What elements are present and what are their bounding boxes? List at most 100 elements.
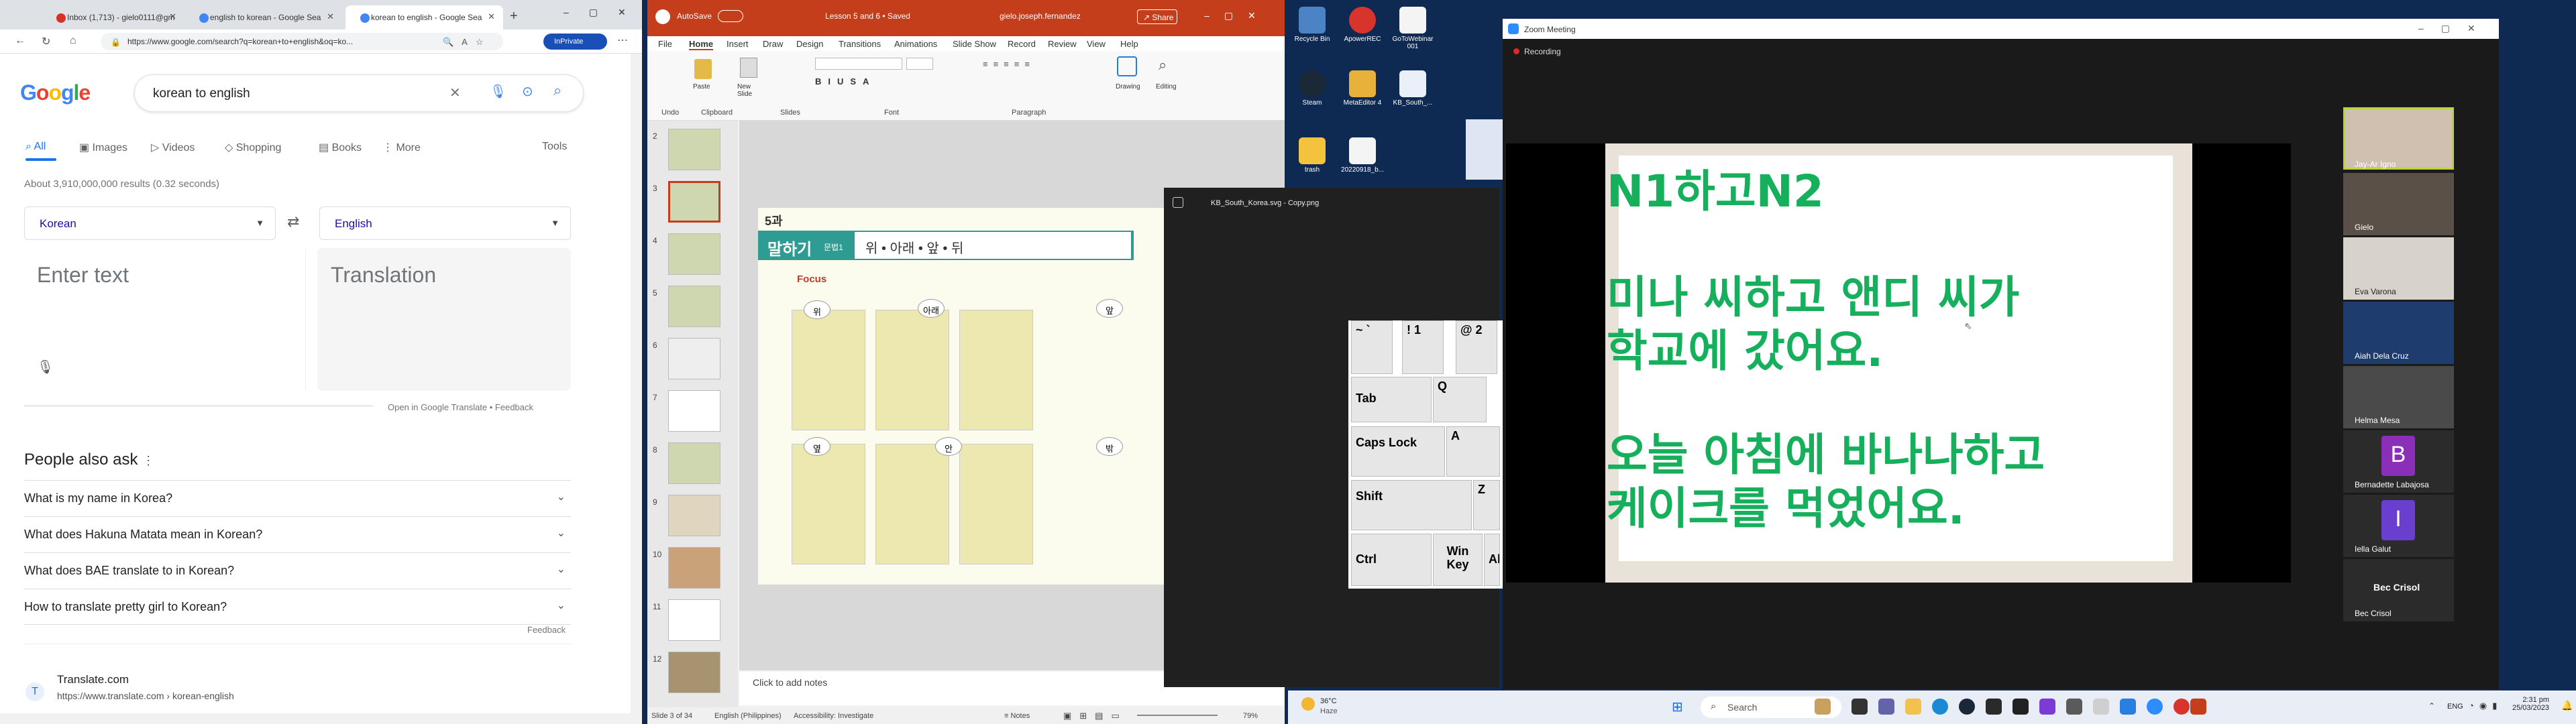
menu-transitions[interactable]: Transitions <box>839 39 881 49</box>
recording-label[interactable]: Recording <box>1524 47 1561 56</box>
camera-icon[interactable]: ⊙ <box>522 83 533 100</box>
slide-thumbnail[interactable] <box>668 129 720 170</box>
slide-thumbnail[interactable] <box>668 599 720 641</box>
refresh-icon[interactable]: ↻ <box>42 35 50 48</box>
language-status[interactable]: English (Philippines) <box>714 712 782 720</box>
file-explorer-icon[interactable] <box>1905 699 1921 715</box>
desktop-icon-20220918[interactable]: 20220918_b... <box>1339 137 1386 174</box>
document-title[interactable]: Lesson 5 and 6 • Saved <box>825 11 910 21</box>
target-language-select[interactable]: English ▼ <box>319 206 571 240</box>
back-icon[interactable]: ← <box>15 35 25 47</box>
window-controls[interactable]: –▢✕ <box>2418 23 2493 34</box>
search-icon[interactable]: ⌕ <box>1159 56 1167 74</box>
menu-design[interactable]: Design <box>796 39 823 49</box>
steam-icon[interactable] <box>1959 699 1975 715</box>
notes-button[interactable]: ≡ Notes <box>1004 712 1030 720</box>
font-size-field[interactable] <box>906 58 933 70</box>
desktop-icon-trash[interactable]: trash <box>1289 137 1336 174</box>
translate-links[interactable]: Open in Google Translate • Feedback <box>388 402 533 412</box>
paa-question[interactable]: What does BAE translate to in Korean? ⌄ <box>24 552 571 589</box>
close-icon[interactable]: ✕ <box>169 11 176 22</box>
tab-more[interactable]: ⋮ More <box>382 141 421 154</box>
search-highlight-icon[interactable] <box>1815 699 1831 715</box>
browser-tab-eng-kor[interactable]: english to korean - Google Sea ✕ <box>184 5 342 29</box>
slide-thumbnail[interactable] <box>668 547 720 589</box>
system-tray-icons[interactable]: ◔◉▮ <box>2469 701 2502 711</box>
terminal-icon[interactable] <box>2012 699 2029 715</box>
accessibility-status[interactable]: Accessibility: Investigate <box>794 712 873 720</box>
home-icon[interactable]: ⌂ <box>70 35 76 47</box>
slide-thumbnail[interactable] <box>668 652 720 693</box>
zoom-level[interactable]: 79% <box>1243 712 1258 720</box>
teams-icon[interactable] <box>1878 699 1894 715</box>
apowerrec-taskbar-icon[interactable] <box>2174 699 2190 715</box>
desktop-icon-kb-south[interactable]: KB_South_... <box>1389 70 1436 107</box>
slide-thumbnail[interactable] <box>668 495 720 536</box>
vertical-scrollbar[interactable] <box>631 54 642 724</box>
app-icon[interactable] <box>1986 699 2002 715</box>
powerpoint-taskbar-icon[interactable] <box>2190 699 2206 715</box>
task-view-icon[interactable] <box>1851 699 1868 715</box>
search-input[interactable]: korean to english <box>134 74 584 112</box>
google-logo[interactable]: Google <box>20 80 91 105</box>
menu-home[interactable]: Home <box>689 39 714 50</box>
close-icon[interactable]: ✕ <box>327 11 334 22</box>
inprivate-badge[interactable]: InPrivate <box>543 34 607 50</box>
font-name-field[interactable] <box>815 58 902 70</box>
app-icon[interactable] <box>2066 699 2082 715</box>
new-slide-icon[interactable] <box>740 58 757 78</box>
app-icon[interactable] <box>2093 699 2109 715</box>
menu-view[interactable]: View <box>1087 39 1106 49</box>
menu-slide-show[interactable]: Slide Show <box>953 39 996 49</box>
result-url[interactable]: https://www.translate.com › korean-engli… <box>57 690 234 701</box>
window-controls[interactable]: –▢✕ <box>1204 10 1271 21</box>
slide-thumbnail[interactable] <box>668 442 720 484</box>
tab-videos[interactable]: ▷ Videos <box>151 141 195 154</box>
address-actions-icon[interactable]: 🔍A☆ <box>443 37 492 48</box>
windows-start-icon[interactable]: ⊞ <box>1672 699 1683 715</box>
new-tab-icon[interactable]: + <box>510 9 518 24</box>
slide-thumbnail[interactable] <box>668 286 720 327</box>
paste-button[interactable]: Paste <box>693 83 710 90</box>
desktop-icon-apowerrec[interactable]: ApowerREC <box>1339 7 1386 43</box>
drawing-button[interactable]: Drawing <box>1116 83 1140 90</box>
clear-icon[interactable]: ✕ <box>449 84 461 101</box>
tab-all[interactable]: ⌕ All <box>25 141 46 153</box>
tab-images[interactable]: ▣ Images <box>79 141 127 154</box>
menu-insert[interactable]: Insert <box>727 39 749 49</box>
autosave-toggle[interactable] <box>718 10 743 22</box>
tray-expand-icon[interactable]: ⌃ <box>2428 701 2435 711</box>
more-icon[interactable]: ⋮ <box>142 454 154 467</box>
view-icons[interactable]: ▣⊞▤▭ <box>1063 711 1128 721</box>
mic-icon[interactable]: 🎙 <box>490 83 506 100</box>
slide-thumbnail-selected[interactable] <box>668 181 720 223</box>
horizontal-scrollbar[interactable] <box>0 713 631 724</box>
paste-icon[interactable] <box>694 59 712 79</box>
zoom-taskbar-icon[interactable] <box>2147 699 2163 715</box>
desktop-icon-gotowebinar[interactable]: GoToWebinar 001 <box>1389 7 1436 50</box>
weather-desc[interactable]: Haze <box>1320 707 1338 715</box>
taskbar-clock[interactable]: 2:31 pm 25/03/2023 <box>2512 696 2549 712</box>
paragraph-icons[interactable]: ≡≡≡≡≡ <box>983 59 1035 69</box>
notification-icon[interactable]: 🔔 <box>2561 700 2573 711</box>
desktop-icon-recycle-bin[interactable]: Recycle Bin <box>1289 7 1336 43</box>
edge-icon[interactable] <box>1932 699 1948 715</box>
language-indicator[interactable]: ENG <box>2447 703 2463 711</box>
mic-icon[interactable]: 🎙 <box>37 359 54 375</box>
editing-button[interactable]: Editing <box>1156 83 1177 90</box>
app-icon[interactable] <box>2039 699 2055 715</box>
zoom-slider[interactable] <box>1137 715 1218 716</box>
app-icon[interactable] <box>2120 699 2136 715</box>
weather-temp[interactable]: 36°C <box>1320 697 1337 705</box>
tab-books[interactable]: ▤ Books <box>319 141 362 154</box>
font-format-icons[interactable]: BIUSA <box>815 76 875 86</box>
browser-tab-gmail[interactable]: Inbox (1,713) - gielo0111@gm ✕ <box>27 5 184 29</box>
desktop-icon-metaeditor[interactable]: MetaEditor 4 <box>1339 70 1386 107</box>
paa-question[interactable]: What is my name in Korea? ⌄ <box>24 480 571 516</box>
desktop-icon-steam[interactable]: Steam <box>1289 70 1336 107</box>
more-icon[interactable]: ⋯ <box>617 34 628 47</box>
result-site-name[interactable]: Translate.com <box>57 673 129 686</box>
menu-file[interactable]: File <box>658 39 672 49</box>
menu-record[interactable]: Record <box>1008 39 1036 49</box>
slide-thumbnail[interactable] <box>668 390 720 432</box>
